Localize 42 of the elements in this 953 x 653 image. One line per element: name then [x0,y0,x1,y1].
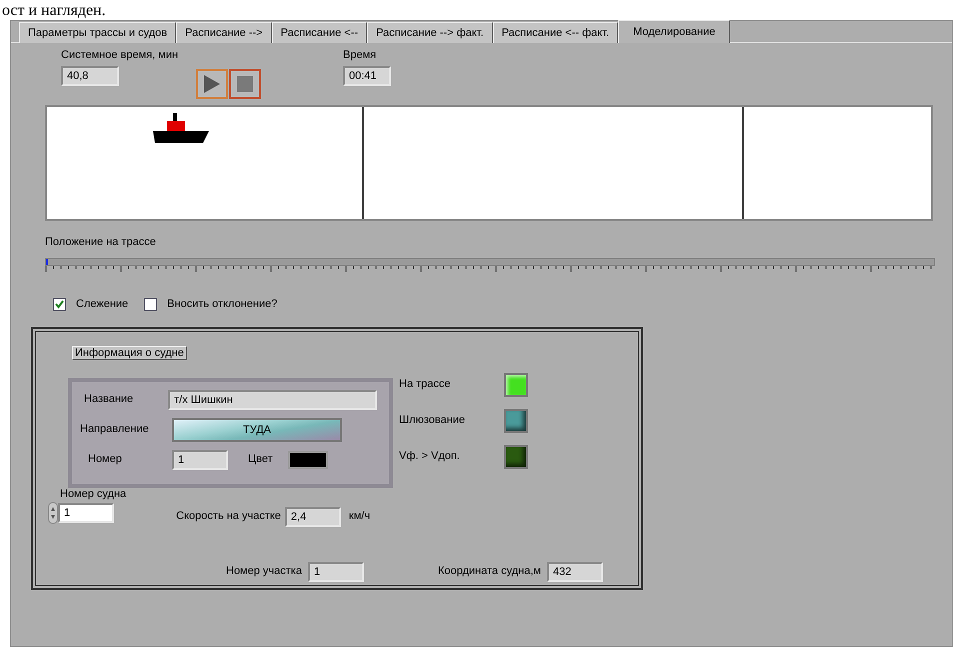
value-field[interactable]: т/х Шишкин [168,390,377,410]
spinner-arrows[interactable] [48,502,58,524]
field-label: Вносить отклонение? [167,297,278,312]
field-label: Шлюзование [399,413,466,428]
field-label: Цвет [248,452,274,468]
field-label: Положение на трассе [45,236,156,248]
field-label: Vф. > Vдоп. [399,449,461,464]
tab[interactable]: Расписание --> факт. [367,22,493,43]
caption-text: ост и нагляден. [2,2,106,20]
field-label: Номер [88,452,123,468]
play-button[interactable] [196,69,228,99]
color-swatch[interactable] [288,450,328,468]
value-field[interactable]: 00:41 [343,66,391,86]
value-field[interactable]: 1 [172,450,228,470]
tab[interactable]: Моделирование [618,20,730,43]
field-label: Скорость на участке [176,509,281,524]
tab[interactable]: Расписание --> [176,22,272,43]
field-label: Название [84,392,134,408]
stop-icon [237,76,253,92]
checkbox[interactable] [144,298,158,311]
value-field[interactable]: 2,4 [284,506,341,526]
field-label: На трассе [399,377,452,392]
field-label: Координата судна,м [438,564,541,580]
field-label: Направление [80,422,150,438]
checkbox[interactable] [53,298,66,311]
value-field[interactable]: 40,8 [61,66,119,86]
tab[interactable]: Расписание <-- [272,22,368,43]
tab[interactable]: Параметры трассы и судов [19,22,176,43]
field-label: Номер судна [60,486,126,502]
panel-title: Информация о судне [72,346,187,360]
value-field[interactable]: 1 [308,562,364,582]
field-label: Время [343,48,378,63]
play-icon [204,75,220,93]
field-label: км/ч [348,509,370,524]
value-field[interactable]: 1 [58,503,114,523]
ship-icon [153,111,209,143]
tab[interactable]: Расписание <-- факт. [492,22,618,43]
field-label: Слежение [76,297,128,312]
direction-button[interactable]: ТУДА [172,418,342,442]
field-label: Системное время, мин [61,48,180,63]
field-label: Номер участка [226,564,302,580]
value-field[interactable]: 432 [546,562,603,582]
